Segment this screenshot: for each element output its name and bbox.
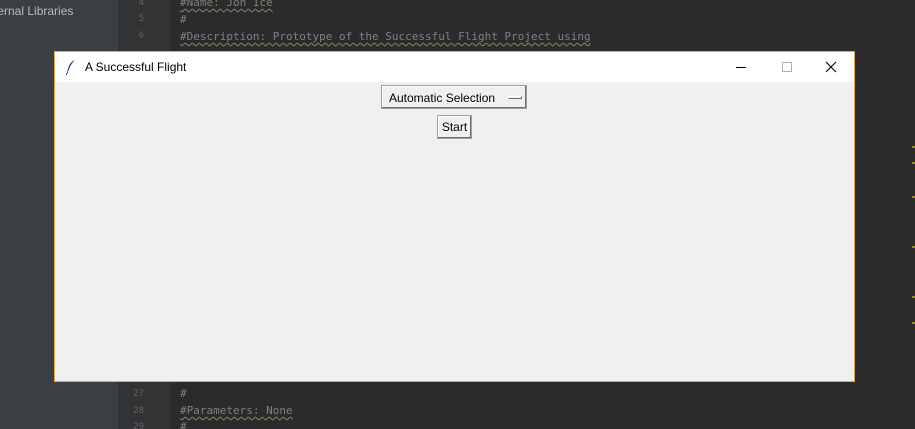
line-number: 6	[138, 31, 144, 41]
window-title: A Successful Flight	[85, 60, 187, 74]
maximize-button[interactable]	[764, 52, 810, 82]
line-number: 4	[138, 0, 144, 8]
selection-option-menu[interactable]: Automatic Selection	[381, 85, 527, 109]
option-menu-value: Automatic Selection	[389, 91, 496, 105]
close-icon	[825, 58, 837, 77]
start-button[interactable]: Start	[437, 115, 472, 139]
code-line: #	[180, 13, 187, 26]
minimize-button[interactable]	[718, 52, 764, 82]
app-window: A Successful Flight Automatic Selection …	[54, 51, 855, 382]
minimize-icon	[735, 58, 747, 77]
line-number: 28	[133, 406, 144, 416]
line-number: 27	[133, 389, 144, 399]
maximize-icon	[781, 58, 793, 77]
desktop: ternal Libraries 4 5 6 27 28 29 #Name: J…	[0, 0, 915, 429]
code-line: #Name: Jon Ice	[180, 0, 273, 9]
line-number: 5	[138, 14, 144, 24]
code-line: #Parameters: None	[180, 404, 293, 417]
option-menu-indicator-icon	[508, 96, 522, 99]
code-line: #	[180, 420, 187, 429]
feather-icon	[65, 59, 77, 76]
close-button[interactable]	[808, 52, 854, 82]
title-bar[interactable]: A Successful Flight	[55, 52, 854, 82]
line-number: 29	[133, 422, 144, 429]
code-line: #	[180, 387, 187, 400]
window-client-area: Automatic Selection Start	[55, 82, 854, 381]
code-line: #Description: Prototype of the Successfu…	[180, 30, 591, 43]
project-tree-item[interactable]: ternal Libraries	[0, 4, 118, 18]
project-tree-item-label: ternal Libraries	[0, 4, 74, 18]
